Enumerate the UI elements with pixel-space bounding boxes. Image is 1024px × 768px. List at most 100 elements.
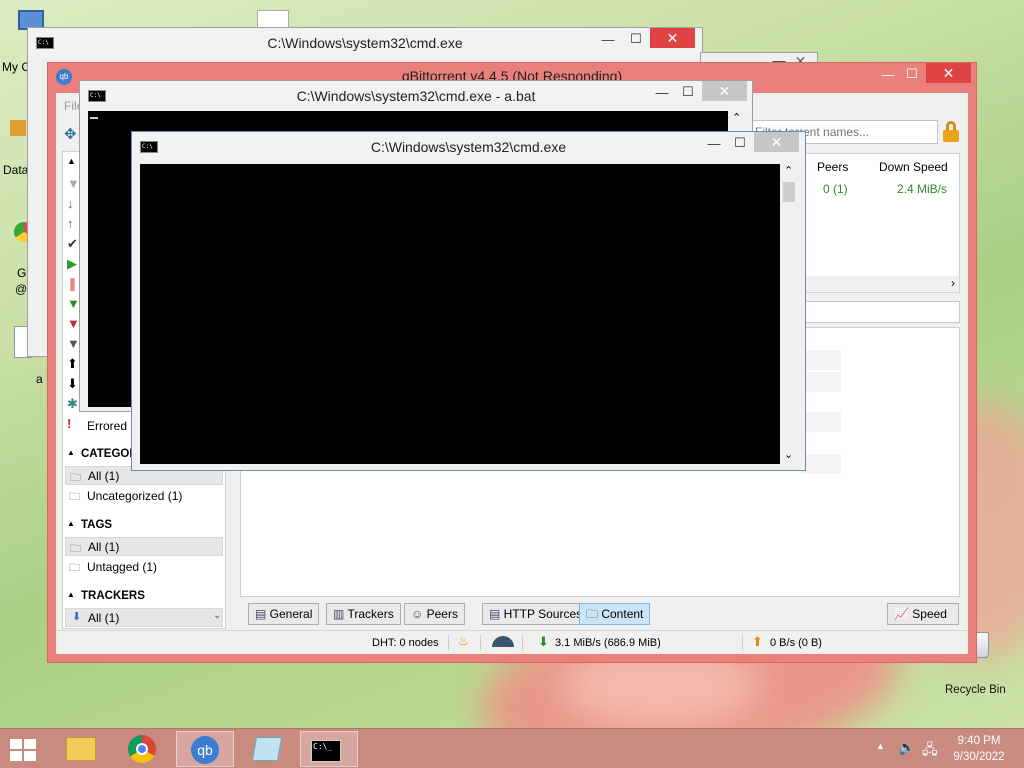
- scroll-up-arrow[interactable]: ⌃: [732, 111, 741, 124]
- cmd-icon: C:\: [88, 90, 106, 102]
- minimize-button[interactable]: —: [594, 30, 622, 50]
- tag-untagged[interactable]: 🗀 Untagged (1): [65, 557, 223, 576]
- row-peers: 0 (1): [823, 182, 848, 196]
- tag-label: All (1): [88, 540, 120, 554]
- upload-arrow-icon[interactable]: ↑: [67, 214, 79, 234]
- tab-peers[interactable]: ☺ Peers: [404, 603, 465, 625]
- play-icon[interactable]: ▶: [67, 254, 79, 274]
- taskbar-qbittorrent[interactable]: qb: [176, 731, 234, 767]
- status-errored[interactable]: Errored (: [87, 419, 134, 433]
- scroll-right-arrow[interactable]: ›: [951, 276, 955, 290]
- tab-http-sources[interactable]: ▤ HTTP Sources: [482, 603, 590, 625]
- tab-trackers[interactable]: ▥ Trackers: [326, 603, 401, 625]
- taskbar-cmd[interactable]: C:\_: [300, 731, 358, 767]
- network-icon[interactable]: 🖧: [922, 739, 938, 763]
- upload-speed-status: 0 B/s (0 B): [770, 637, 822, 649]
- tab-content[interactable]: 🗀 Content: [579, 603, 651, 625]
- taskbar-chrome[interactable]: [114, 731, 172, 767]
- lock-icon[interactable]: [942, 121, 960, 143]
- maximize-button[interactable]: ☐: [674, 82, 702, 102]
- download-arrow-icon[interactable]: ↓: [67, 194, 79, 214]
- cmd-front-scrollbar[interactable]: ⌃ ⌄: [780, 164, 798, 464]
- sidebar-scroll-down[interactable]: ⌄: [213, 610, 221, 621]
- volume-muted-icon[interactable]: 🔈: [898, 739, 915, 756]
- close-button[interactable]: ✕: [650, 28, 695, 48]
- maximize-button[interactable]: ☐: [622, 29, 650, 49]
- tab-label: Peers: [426, 607, 458, 621]
- clock[interactable]: 9:40 PM 9/30/2022: [944, 733, 1014, 765]
- close-button[interactable]: ✕: [702, 81, 747, 101]
- separator: [480, 635, 481, 651]
- column-peers[interactable]: Peers: [817, 160, 848, 174]
- speed-limit-icon[interactable]: [492, 636, 514, 647]
- tab-general[interactable]: ▤ General: [248, 603, 320, 625]
- start-pane: [24, 739, 36, 749]
- tags-heading: TAGS: [81, 519, 113, 531]
- filter-inactive-icon[interactable]: ▼: [67, 314, 80, 334]
- categories-collapse-arrow[interactable]: ▲: [67, 448, 75, 457]
- content-row: [801, 372, 841, 392]
- tab-label: Trackers: [347, 607, 394, 621]
- windows-start-icon[interactable]: [10, 739, 38, 761]
- download-speed-icon: ⬇: [538, 634, 549, 649]
- connection-status-icon[interactable]: ♨: [458, 634, 469, 648]
- general-icon: ▤: [255, 607, 270, 621]
- cmd-abat-title: C:\Windows\system32\cmd.exe - a.bat: [296, 88, 536, 104]
- scroll-up-arrow[interactable]: ⌃: [784, 164, 793, 177]
- http-sources-icon: ▤: [489, 607, 504, 621]
- separator: [448, 635, 449, 651]
- file-explorer-icon: [66, 737, 96, 761]
- taskbar-notepad[interactable]: [238, 731, 296, 767]
- chrome-icon-center: [136, 743, 148, 755]
- desktop-icon-notepad[interactable]: [257, 10, 289, 28]
- stalled-up-icon[interactable]: ⬆: [67, 354, 79, 374]
- cmd-front-window[interactable]: C:\ C:\Windows\system32\cmd.exe — ☐ ✕ ⌃ …: [131, 131, 806, 471]
- tags-collapse-arrow[interactable]: ▲: [67, 519, 75, 528]
- download-speed-status: 3.1 MiB/s (686.9 MiB): [555, 637, 661, 649]
- desktop-icon-label-at: @: [15, 282, 28, 296]
- show-hidden-icons[interactable]: ▲: [876, 741, 885, 751]
- minimize-button[interactable]: —: [648, 83, 676, 103]
- separator: [522, 635, 523, 651]
- desktop-icon-label-g: G: [17, 266, 27, 280]
- close-button[interactable]: ✕: [926, 63, 971, 83]
- pause-icon[interactable]: ❚❚: [67, 274, 89, 294]
- detail-filter-box[interactable]: [802, 301, 960, 323]
- taskbar-file-explorer[interactable]: [52, 731, 110, 767]
- filter-stalled-icon[interactable]: ▼: [67, 334, 80, 354]
- maximize-button[interactable]: ☐: [726, 133, 754, 153]
- category-label: Uncategorized (1): [87, 489, 183, 503]
- cmd-front-console[interactable]: [140, 164, 780, 464]
- cmd-icon: C:\: [140, 141, 158, 153]
- tracker-all[interactable]: ⬇ All (1): [65, 608, 223, 627]
- separator: [742, 635, 743, 651]
- start-pane: [10, 739, 22, 749]
- start-pane: [10, 751, 22, 761]
- filter-active-icon[interactable]: ▼: [67, 294, 80, 314]
- tag-all[interactable]: 🗀 All (1): [65, 537, 223, 556]
- close-button[interactable]: ✕: [754, 132, 799, 152]
- horizontal-scrollbar[interactable]: ›: [803, 276, 959, 292]
- row-down-speed: 2.4 MiB/s: [897, 182, 948, 196]
- scroll-thumb[interactable]: [783, 182, 795, 202]
- checking-icon[interactable]: ✱: [67, 394, 79, 414]
- trackers-icon: ▥: [333, 607, 348, 621]
- sidebar-collapse-arrow[interactable]: ▲: [67, 156, 76, 166]
- minimize-button[interactable]: —: [700, 134, 728, 154]
- maximize-button[interactable]: ☐: [898, 64, 926, 84]
- speed-button[interactable]: 📈 Speed: [887, 603, 959, 625]
- tracker-icon: ⬇: [72, 611, 82, 623]
- taskbar: qb C:\_ ▲ 🔈 🖧 9:40 PM 9/30/2022: [0, 728, 1024, 768]
- toolbar-icon[interactable]: ✥: [64, 125, 77, 143]
- scroll-down-arrow[interactable]: ⌄: [784, 448, 793, 461]
- speed-label: Speed: [912, 607, 947, 621]
- trackers-collapse-arrow[interactable]: ▲: [67, 590, 75, 599]
- error-icon[interactable]: !: [67, 414, 79, 434]
- check-icon[interactable]: ✔: [67, 234, 79, 254]
- status-filter-icons: ▼ ↓ ↑ ✔ ▶ ❚❚ ▼ ▼ ▼ ⬆ ⬇ ✱ !: [67, 174, 89, 434]
- tab-label: Content: [601, 607, 644, 621]
- filter-icon[interactable]: ▼: [67, 174, 80, 194]
- column-down-speed[interactable]: Down Speed: [879, 160, 948, 174]
- stalled-down-icon[interactable]: ⬇: [67, 374, 79, 394]
- category-uncategorized[interactable]: 🗀 Uncategorized (1): [65, 486, 223, 505]
